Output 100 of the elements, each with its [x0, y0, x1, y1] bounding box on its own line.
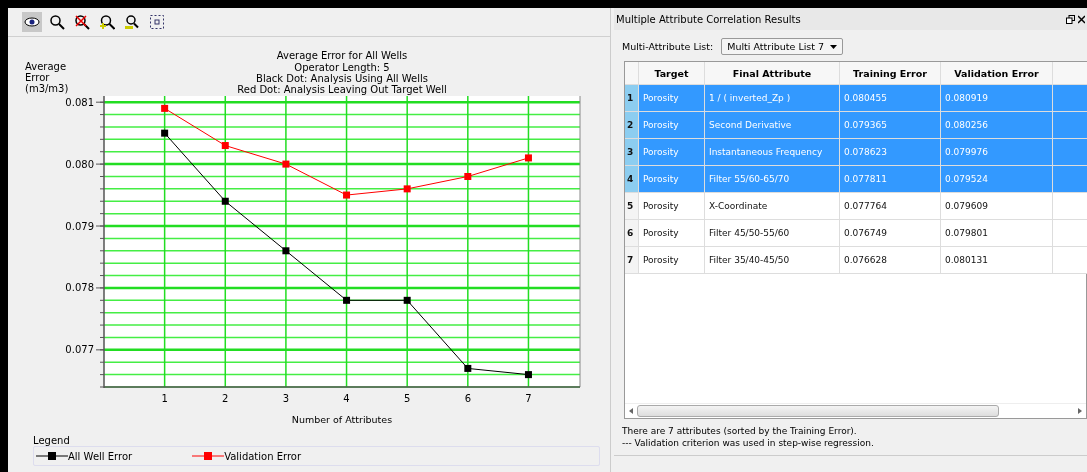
x-tick-label: 5: [404, 393, 411, 404]
chart-subtitle: Black Dot: Analysis Using All Wells: [256, 73, 428, 84]
chart-subtitle: Operator Length: 5: [294, 62, 390, 73]
left-arrow-icon[interactable]: [629, 408, 633, 414]
table-cell: 0.076628: [840, 247, 941, 274]
table-cell: 0.077811: [840, 166, 941, 193]
row-header[interactable]: 2: [625, 112, 639, 139]
x-tick-label: 3: [282, 393, 290, 404]
table-cell: 0.077764: [840, 193, 941, 220]
caret-icon: [830, 44, 838, 49]
legend-marker: [192, 451, 225, 461]
table-cell: [1053, 112, 1087, 139]
zoom-in-icon: [99, 14, 115, 30]
y-tick-label: 0.077: [65, 344, 94, 356]
table-cell: 0.078623: [840, 139, 941, 166]
fit-icon: [149, 14, 165, 30]
data-point: [221, 197, 229, 205]
table-cell: 0.079976: [941, 139, 1053, 166]
legend-marker: [36, 451, 68, 461]
panel-title: Multiple Attribute Correlation Results: [616, 13, 801, 25]
row-header[interactable]: 3: [625, 139, 639, 166]
table-cell: Filter 55/60-65/70: [705, 166, 840, 193]
x-tick-label: 2: [222, 393, 229, 404]
data-point: [221, 142, 229, 150]
x-tick-label: 4: [343, 393, 350, 404]
table-cell: 1 / ( inverted_Zp ): [705, 85, 840, 112]
row-header[interactable]: 1: [625, 85, 639, 112]
list-dropdown[interactable]: Multi Attribute List 7: [721, 38, 844, 55]
data-point: [343, 296, 351, 304]
data-point: [464, 173, 472, 180]
toolbar-button[interactable]: [72, 12, 92, 32]
toolbar-button[interactable]: [97, 12, 117, 32]
column-header[interactable]: Validation Error: [941, 62, 1053, 85]
legend-label: All Well Error: [68, 450, 133, 462]
chart-title: Average Error for All Wells: [276, 50, 408, 61]
column-header[interactable]: Final Attribute: [705, 62, 840, 85]
restore-icon[interactable]: [1066, 14, 1075, 24]
row-header[interactable]: 7: [625, 247, 639, 274]
column-header[interactable]: Training Error: [840, 62, 941, 85]
data-point: [403, 185, 411, 193]
table-cell: Porosity: [639, 166, 705, 193]
table-cell: Instantaneous Frequency: [705, 139, 840, 166]
data-point: [282, 160, 290, 168]
list-label: Multi-Attribute List:: [622, 41, 714, 52]
zoom-cross-icon: [74, 14, 90, 30]
table-cell: Porosity: [639, 220, 705, 247]
toolbar-button[interactable]: [47, 12, 67, 32]
y-tick-label: 0.079: [65, 220, 94, 232]
chart-subtitle: Red Dot: Analysis Leaving Out Target Well: [237, 84, 447, 95]
zoom-out-icon: [124, 14, 140, 30]
search-icon: [49, 14, 65, 30]
x-tick-label: 1: [161, 393, 168, 404]
table-cell: Porosity: [639, 85, 705, 112]
data-point: [161, 104, 169, 112]
scrollbar-thumb[interactable]: [637, 405, 999, 417]
table-cell: 0.080131: [941, 247, 1053, 274]
table-cell: X-Coordinate: [705, 193, 840, 220]
toolbar-button[interactable]: [147, 12, 167, 32]
x-tick-label: 7: [525, 393, 532, 404]
data-point: [524, 371, 532, 379]
table-cell: 0.076749: [840, 220, 941, 247]
table-cell: [1053, 166, 1087, 193]
data-point: [282, 247, 290, 255]
table-cell: Porosity: [639, 112, 705, 139]
data-point: [464, 364, 472, 372]
table-cell: [1053, 193, 1087, 220]
table-cell: Filter 35/40-45/50: [705, 247, 840, 274]
y-tick-label: 0.081: [65, 96, 94, 108]
data-point: [161, 129, 169, 137]
table-cell: Porosity: [639, 139, 705, 166]
data-point: [343, 191, 351, 199]
row-header[interactable]: 6: [625, 220, 639, 247]
table-cell: 0.080256: [941, 112, 1053, 139]
data-point: [524, 154, 532, 162]
horizontal-scrollbar[interactable]: [625, 403, 1086, 418]
table-cell: [1053, 220, 1087, 247]
row-header[interactable]: 4: [625, 166, 639, 193]
row-header[interactable]: 5: [625, 193, 639, 220]
table-cell: 0.079801: [941, 220, 1053, 247]
column-header[interactable]: Target: [639, 62, 705, 85]
table-cell: Porosity: [639, 193, 705, 220]
status-note: --- Validation criterion was used in step-wise regression.: [622, 437, 875, 449]
table-cell: Porosity: [639, 247, 705, 274]
right-arrow-icon[interactable]: [1078, 408, 1082, 414]
close-icon[interactable]: [1078, 14, 1085, 24]
y-tick-label: 0.080: [65, 158, 94, 170]
table-cell: 0.080455: [840, 85, 941, 112]
table-cell: 0.079524: [941, 166, 1053, 193]
legend-title: Legend: [33, 435, 71, 446]
table-cell: Second Derivative: [705, 112, 840, 139]
y-tick-label: 0.078: [65, 282, 94, 294]
y-axis-label: Average Error (m3/m3): [25, 61, 69, 94]
toolbar-button[interactable]: [22, 12, 42, 32]
table-cell: [1053, 139, 1087, 166]
status-note: There are 7 attributes (sorted by the Training Error).: [622, 425, 858, 437]
eye-icon: [24, 14, 40, 30]
table-cell: Filter 45/50-55/60: [705, 220, 840, 247]
table-cell: 0.080919: [941, 85, 1053, 112]
table-cell: [1053, 85, 1087, 112]
legend-label: Validation Error: [224, 450, 302, 462]
